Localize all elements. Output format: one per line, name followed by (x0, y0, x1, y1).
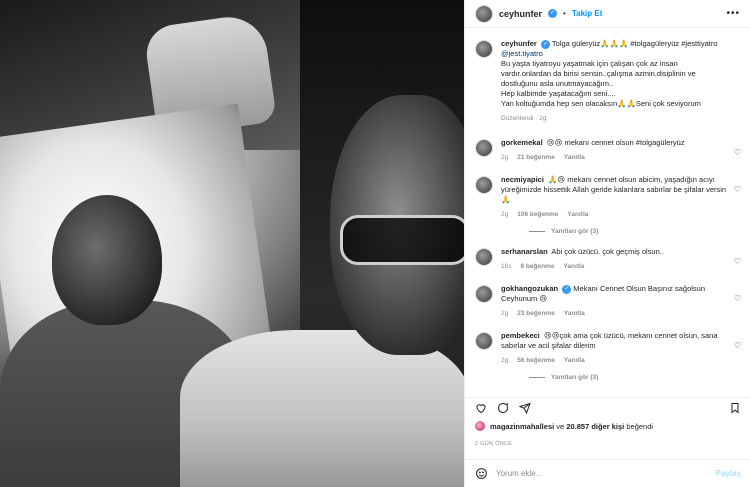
caption-username[interactable]: ceyhunfer (501, 39, 537, 48)
view-replies-label[interactable]: Yanıtları gör (3) (551, 228, 598, 235)
likes-summary: magazinmahallesi ve 20.857 diğer kişi be… (475, 421, 653, 431)
likes-user[interactable]: magazinmahallesi (490, 422, 554, 431)
view-replies-button[interactable]: Yanıtları gör (3) (529, 228, 741, 235)
replies-divider (529, 231, 545, 232)
post-sidebar: ceyhunfer ✓ • Takip Et ••• ceyhunfer ✓ T… (464, 0, 750, 487)
comment-icon[interactable] (497, 402, 509, 414)
photo-person-left-head (52, 195, 162, 325)
comment-input[interactable] (496, 469, 708, 478)
comment-username[interactable]: pembekeci (501, 331, 540, 340)
comment-time[interactable]: 2g (501, 356, 508, 366)
post-photo[interactable] (0, 0, 464, 487)
comment-composer: Paylaş (465, 459, 750, 487)
heart-icon[interactable]: ♡ (734, 294, 741, 303)
heart-icon[interactable]: ♡ (734, 185, 741, 194)
comment-time[interactable]: 2g (501, 210, 508, 220)
comments-list[interactable]: ceyhunfer ✓ Tolga güleryüz🙏🙏🙏 #tolgagüle… (465, 29, 750, 395)
caption: ceyhunfer ✓ Tolga güleryüz🙏🙏🙏 #tolgagüle… (475, 39, 741, 124)
caption-line-5: Yan koltuğumda hep sen olacaksın🙏🙏Seni ç… (501, 99, 701, 108)
comment-likes[interactable]: 21 beğenme (517, 153, 555, 163)
comment-username[interactable]: serhanarslan (501, 247, 548, 256)
comment-username[interactable]: gorkemekal (501, 138, 543, 147)
header-username[interactable]: ceyhunfer (499, 9, 542, 19)
replies-divider (529, 377, 545, 378)
caption-line-1: Tolga güleryüz🙏🙏🙏 #tolgagüleryüz #jestti… (551, 39, 718, 48)
post-header: ceyhunfer ✓ • Takip Et ••• (465, 0, 750, 28)
reply-button[interactable]: Yanıtla (563, 262, 584, 272)
emoji-icon[interactable] (475, 467, 488, 480)
likes-connector: ve (556, 421, 565, 431)
avatar[interactable] (475, 248, 493, 266)
caption-line-3: Bu yaşta tiyatroyu yaşatmak için çalışan… (501, 59, 696, 88)
comment-likes[interactable]: 8 beğenme (520, 262, 554, 272)
verified-icon: ✓ (562, 284, 572, 294)
avatar[interactable] (475, 176, 493, 194)
likes-suffix: beğendi (626, 421, 654, 431)
reply-button[interactable]: Yanıtla (564, 356, 585, 366)
comment-likes[interactable]: 23 beğenme (517, 309, 555, 319)
post-date[interactable]: 2 GÜN ÖNCE (475, 441, 512, 447)
list-item: pembekeci 😢😢çok ama çok üzücü, mekanı ce… (475, 331, 741, 366)
comment-text: 😢😢 mekanı cennet olsun #tolgagüleryüz (546, 138, 685, 147)
heart-icon[interactable]: ♡ (734, 148, 741, 157)
verified-icon: ✓ (548, 9, 558, 18)
caption-mention[interactable]: @jest.tiyatro (501, 49, 543, 58)
comment-likes[interactable]: 106 beğenme (517, 210, 558, 220)
avatar[interactable] (475, 40, 493, 58)
avatar[interactable] (475, 332, 493, 350)
list-item: gorkemekal 😢😢 mekanı cennet olsun #tolga… (475, 138, 741, 163)
list-item: serhanarslan Abi çok üzücü. çok geçmiş o… (475, 247, 741, 272)
heart-icon[interactable] (475, 402, 487, 414)
comment-username[interactable]: necmiyapici (501, 175, 544, 184)
list-item: gokhangozukan ✓ Mekanı Cennet Olsun Başı… (475, 284, 741, 319)
avatar[interactable] (475, 421, 485, 431)
more-horizontal-icon[interactable]: ••• (726, 8, 740, 19)
heart-icon[interactable]: ♡ (734, 257, 741, 266)
avatar[interactable] (475, 139, 493, 157)
reply-button[interactable]: Yanıtla (564, 309, 585, 319)
comment-time[interactable]: 2g (501, 309, 508, 319)
comment-username[interactable]: gokhangozukan (501, 284, 558, 293)
reply-button[interactable]: Yanıtla (564, 153, 585, 163)
likes-others[interactable]: 20.857 diğer kişi (566, 422, 624, 431)
avatar[interactable] (475, 285, 493, 303)
view-replies-label[interactable]: Yanıtları gör (3) (551, 374, 598, 381)
post-actions (465, 397, 750, 417)
view-replies-button[interactable]: Yanıtları gör (3) (529, 374, 741, 381)
post-comment-button[interactable]: Paylaş (716, 469, 741, 478)
comment-time[interactable]: 16s (501, 262, 511, 272)
heart-icon[interactable]: ♡ (734, 341, 741, 350)
caption-edited: Düzenlendi · 2g (501, 115, 547, 122)
photo-sunglasses (340, 215, 464, 265)
reply-button[interactable]: Yanıtla (567, 210, 588, 220)
bookmark-icon[interactable] (729, 402, 741, 414)
caption-line-4: Hep kalbimde yaşatacağım seni.... (501, 89, 616, 98)
verified-icon: ✓ (540, 39, 550, 49)
follow-button[interactable]: Takip Et (572, 9, 603, 18)
comment-likes[interactable]: 56 beğenme (517, 356, 555, 366)
comment-text: Abi çok üzücü. çok geçmiş olsun.. (551, 247, 664, 256)
list-item: necmiyapici 🙏😢 mekanı cennet olsun abici… (475, 175, 741, 220)
share-icon[interactable] (519, 402, 531, 414)
avatar[interactable] (475, 4, 493, 23)
comment-time[interactable]: 2g (501, 153, 508, 163)
header-separator: • (563, 9, 566, 18)
